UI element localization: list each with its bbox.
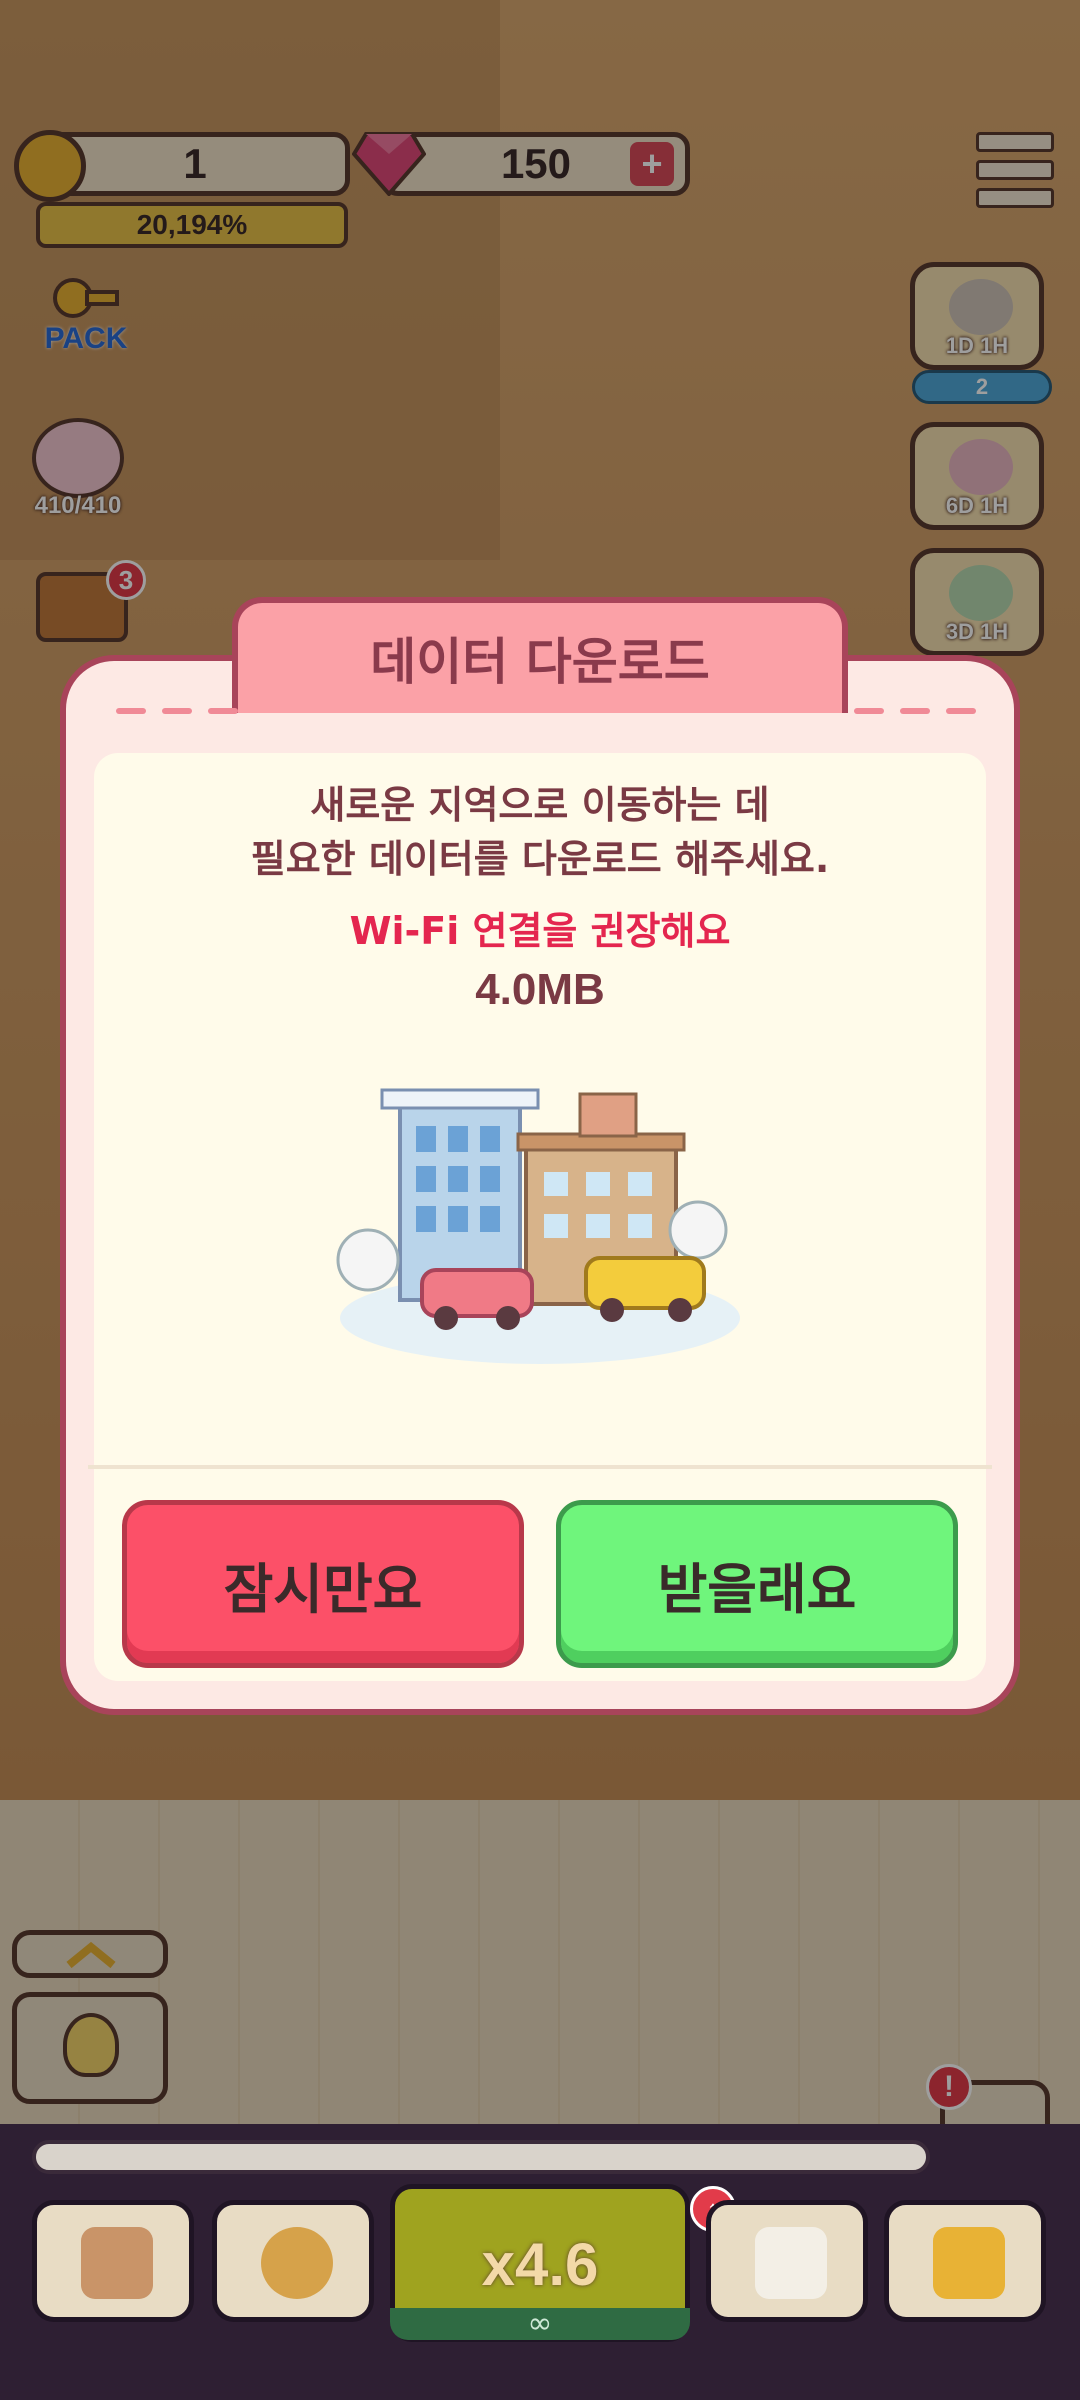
download-button[interactable]: 받을래요 [556,1500,958,1668]
shop-button[interactable] [32,2200,194,2322]
boost-duration: ∞ [390,2308,690,2340]
download-size: 4.0MB [475,965,605,1014]
dialog-divider [88,1465,992,1469]
progress-bar [32,2140,930,2174]
shop-icon [81,2227,153,2299]
outfit-button[interactable] [706,2200,868,2322]
dialog-title: 데이터 다운로드 [370,633,710,691]
yarn-icon [261,2227,333,2299]
cancel-button[interactable]: 잠시만요 [122,1500,524,1668]
message-line-2: 필요한 데이터를 다운로드 해주세요. [250,837,830,881]
dialog-title-tab: 데이터 다운로드 [232,597,848,713]
cancel-button-label: 잠시만요 [223,1557,423,1621]
title-dash-divider [116,708,976,714]
city-illustration [336,1088,740,1364]
arrow-up-icon [933,2227,1005,2299]
shirt-icon [755,2227,827,2299]
dialog-message: 새로운 지역으로 이동하는 데 필요한 데이터를 다운로드 해주세요. [60,778,1020,886]
wifi-recommendation: Wi-Fi 연결을 권장해요 [349,909,731,953]
upgrade-button[interactable] [884,2200,1046,2322]
boost-multiplier: x4.6 [481,2231,599,2298]
message-line-1: 새로운 지역으로 이동하는 데 [310,783,770,827]
yarn-button[interactable] [212,2200,374,2322]
download-button-label: 받을래요 [657,1557,857,1621]
